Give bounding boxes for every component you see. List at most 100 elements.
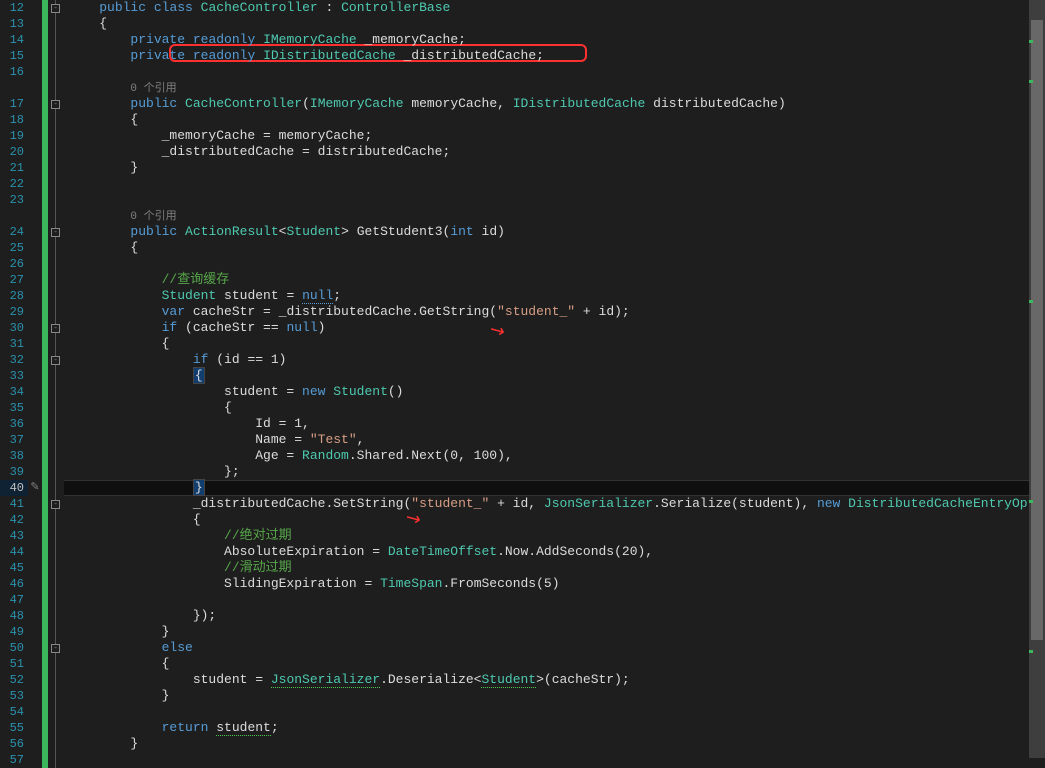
code-area[interactable]: ↘ ↘ public class CacheController : Contr… (64, 0, 1045, 758)
code-line[interactable]: 0 个引用 (64, 80, 1045, 96)
fold-column[interactable] (48, 688, 64, 704)
code-line[interactable]: } (64, 624, 1045, 640)
code-line[interactable]: var cacheStr = _distributedCache.GetStri… (64, 304, 1045, 320)
code-line[interactable] (64, 64, 1045, 80)
code-line[interactable]: Name = "Test", (64, 432, 1045, 448)
fold-column[interactable] (48, 112, 64, 128)
code-line[interactable] (64, 192, 1045, 208)
fold-column[interactable] (48, 16, 64, 32)
code-line[interactable]: if (id == 1) (64, 352, 1045, 368)
fold-column[interactable] (48, 608, 64, 624)
fold-column[interactable] (48, 128, 64, 144)
fold-column[interactable] (48, 208, 64, 224)
fold-column[interactable]: - (48, 320, 64, 336)
fold-column[interactable] (48, 304, 64, 320)
code-line[interactable]: _distributedCache.SetString("student_" +… (64, 496, 1045, 512)
code-line[interactable]: //绝对过期 (64, 528, 1045, 544)
fold-column[interactable]: - (48, 0, 64, 16)
code-line[interactable]: } (64, 480, 1045, 496)
fold-column[interactable] (48, 160, 64, 176)
fold-toggle-icon[interactable]: - (51, 228, 60, 237)
code-line[interactable]: public CacheController(IMemoryCache memo… (64, 96, 1045, 112)
fold-column[interactable] (48, 528, 64, 544)
fold-column[interactable] (48, 176, 64, 192)
code-line[interactable]: } (64, 160, 1045, 176)
fold-column[interactable]: - (48, 96, 64, 112)
fold-column[interactable] (48, 464, 64, 480)
fold-column[interactable] (48, 752, 64, 768)
fold-column[interactable] (48, 512, 64, 528)
fold-column[interactable] (48, 560, 64, 576)
fold-column[interactable] (48, 272, 64, 288)
code-line[interactable]: { (64, 16, 1045, 32)
code-line[interactable]: student = JsonSerializer.Deserialize<Stu… (64, 672, 1045, 688)
code-line[interactable]: }; (64, 464, 1045, 480)
code-line[interactable]: { (64, 656, 1045, 672)
fold-column[interactable] (48, 48, 64, 64)
code-line[interactable]: } (64, 688, 1045, 704)
code-line[interactable]: { (64, 336, 1045, 352)
code-line[interactable]: }); (64, 608, 1045, 624)
code-line[interactable]: Student student = null; (64, 288, 1045, 304)
code-line[interactable]: AbsoluteExpiration = DateTimeOffset.Now.… (64, 544, 1045, 560)
fold-toggle-icon[interactable]: - (51, 324, 60, 333)
code-line[interactable] (64, 704, 1045, 720)
fold-column[interactable] (48, 80, 64, 96)
fold-column[interactable] (48, 192, 64, 208)
fold-column[interactable] (48, 256, 64, 272)
code-line[interactable]: SlidingExpiration = TimeSpan.FromSeconds… (64, 576, 1045, 592)
code-line[interactable]: Age = Random.Shared.Next(0, 100), (64, 448, 1045, 464)
fold-column[interactable]: - (48, 224, 64, 240)
code-line[interactable]: student = new Student() (64, 384, 1045, 400)
code-line[interactable]: { (64, 240, 1045, 256)
fold-column[interactable] (48, 368, 64, 384)
fold-column[interactable] (48, 720, 64, 736)
code-line[interactable]: if (cacheStr == null) (64, 320, 1045, 336)
fold-toggle-icon[interactable]: - (51, 500, 60, 509)
fold-column[interactable] (48, 240, 64, 256)
fold-toggle-icon[interactable]: - (51, 100, 60, 109)
code-line[interactable]: _distributedCache = distributedCache; (64, 144, 1045, 160)
code-line[interactable]: { (64, 400, 1045, 416)
fold-column[interactable] (48, 400, 64, 416)
fold-column[interactable] (48, 592, 64, 608)
fold-column[interactable] (48, 736, 64, 752)
code-line[interactable] (64, 256, 1045, 272)
code-line[interactable]: { (64, 112, 1045, 128)
fold-column[interactable] (48, 144, 64, 160)
code-line[interactable] (64, 752, 1045, 768)
code-line[interactable]: } (64, 736, 1045, 752)
fold-column[interactable] (48, 432, 64, 448)
scroll-thumb[interactable] (1031, 20, 1043, 640)
code-line[interactable] (64, 176, 1045, 192)
fold-column[interactable] (48, 672, 64, 688)
fold-column[interactable] (48, 416, 64, 432)
code-line[interactable]: return student; (64, 720, 1045, 736)
code-line[interactable]: { (64, 512, 1045, 528)
fold-toggle-icon[interactable]: - (51, 356, 60, 365)
code-line[interactable]: private readonly IDistributedCache _dist… (64, 48, 1045, 64)
code-line[interactable] (64, 592, 1045, 608)
code-line[interactable]: public class CacheController : Controlle… (64, 0, 1045, 16)
fold-column[interactable] (48, 448, 64, 464)
fold-column[interactable]: - (48, 496, 64, 512)
fold-column[interactable] (48, 64, 64, 80)
vertical-scrollbar[interactable] (1029, 0, 1045, 758)
fold-column[interactable] (48, 704, 64, 720)
fold-column[interactable] (48, 624, 64, 640)
fold-column[interactable] (48, 336, 64, 352)
fold-column[interactable] (48, 544, 64, 560)
code-line[interactable]: { (64, 368, 1045, 384)
fold-column[interactable] (48, 288, 64, 304)
code-line[interactable]: //滑动过期 (64, 560, 1045, 576)
code-line[interactable]: 0 个引用 (64, 208, 1045, 224)
fold-column[interactable]: - (48, 352, 64, 368)
fold-column[interactable] (48, 656, 64, 672)
code-line[interactable]: Id = 1, (64, 416, 1045, 432)
code-editor[interactable]: 12-1314151617-18192021222324-25262728293… (0, 0, 1045, 758)
code-line[interactable]: //查询缓存 (64, 272, 1045, 288)
code-line[interactable]: public ActionResult<Student> GetStudent3… (64, 224, 1045, 240)
code-line[interactable]: else (64, 640, 1045, 656)
fold-column[interactable] (48, 384, 64, 400)
fold-column[interactable] (48, 480, 64, 496)
